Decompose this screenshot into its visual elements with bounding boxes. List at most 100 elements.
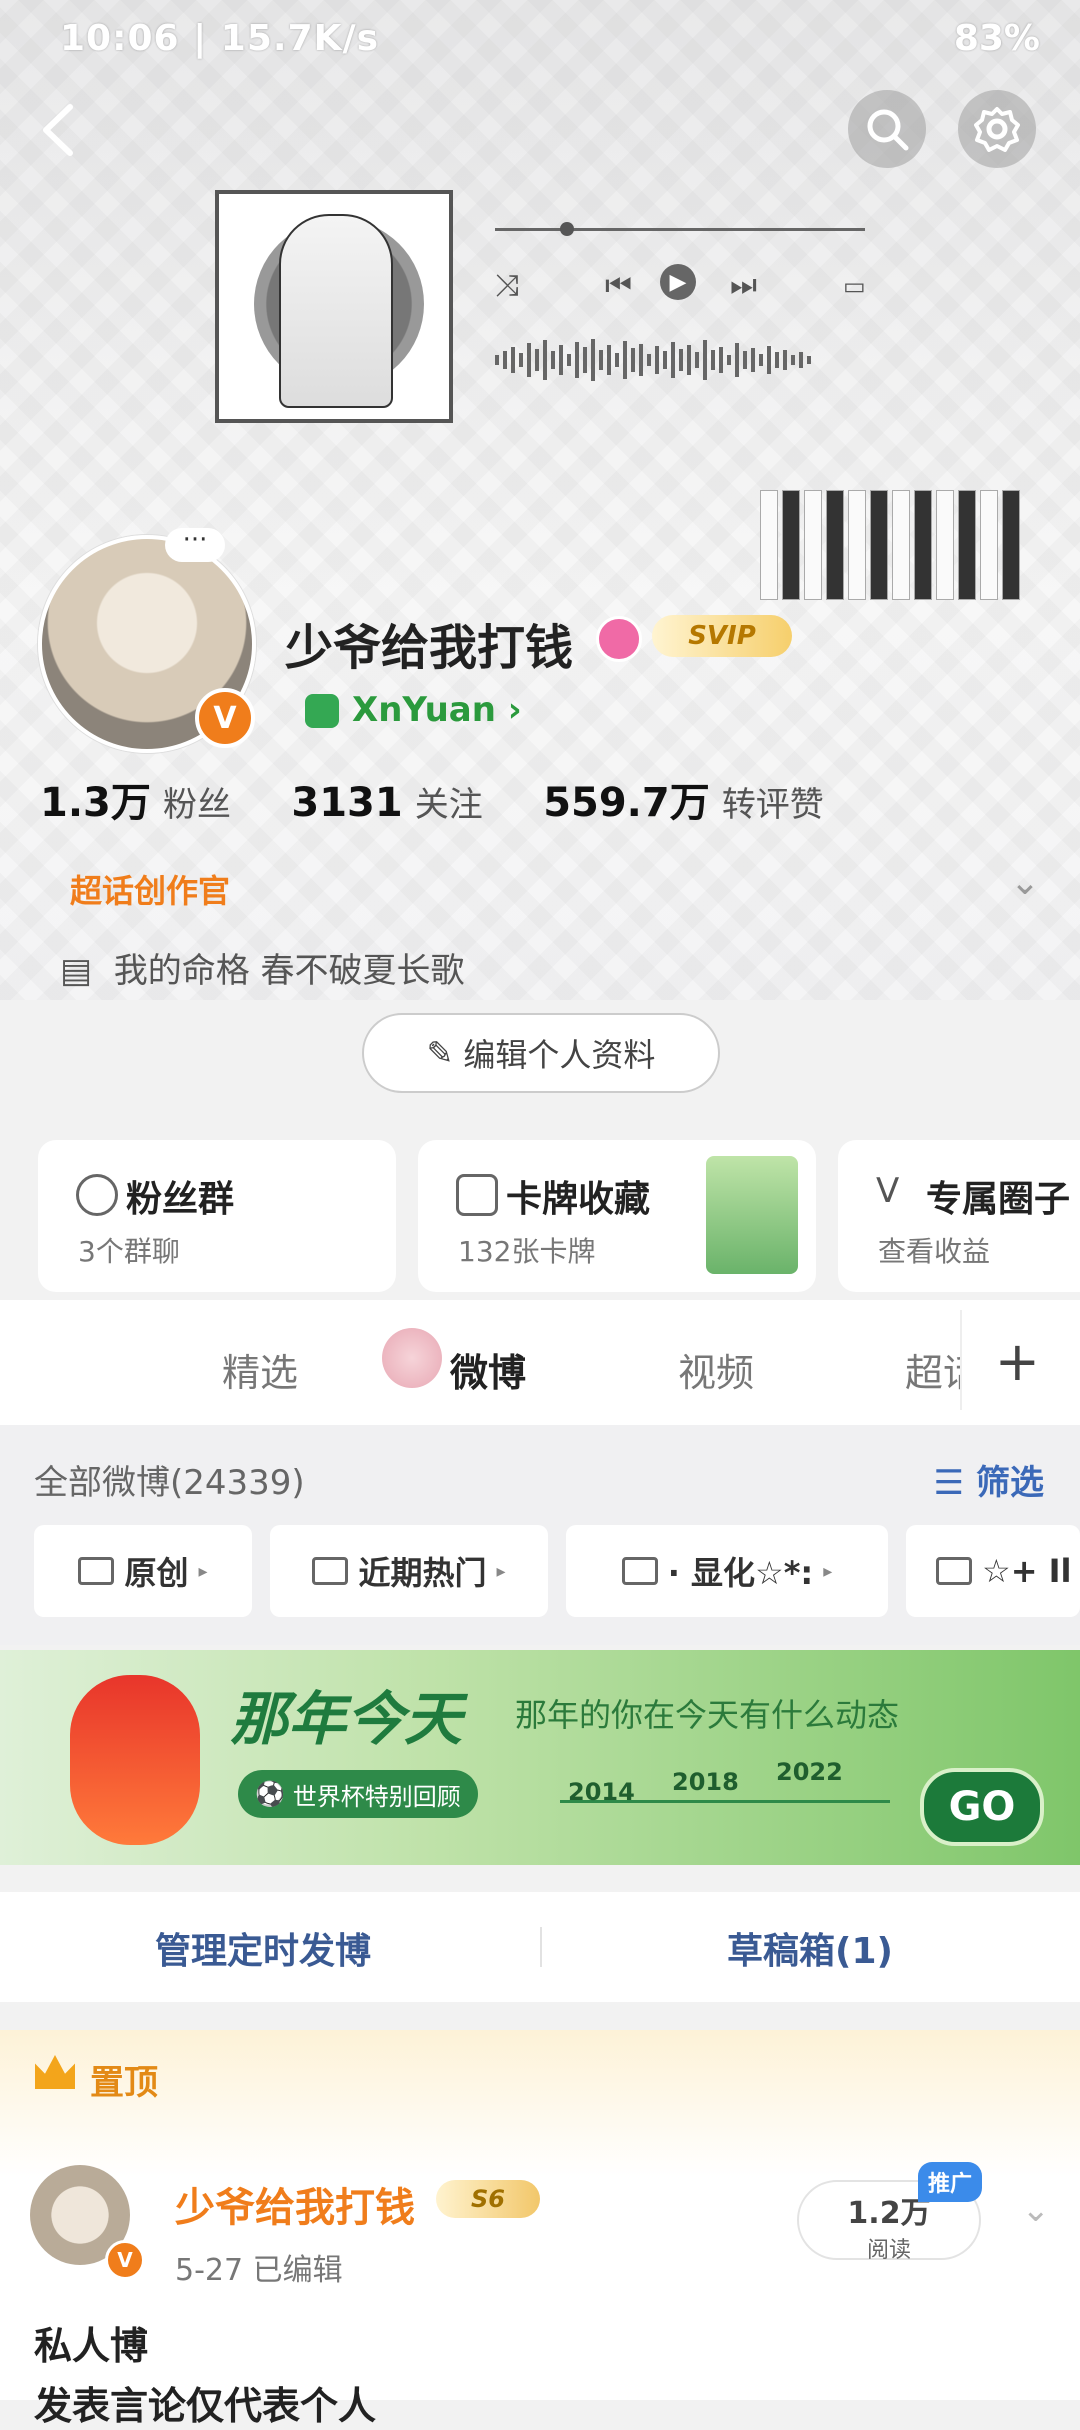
edit-profile-button[interactable]: ✎ 编辑个人资料 <box>362 1013 720 1093</box>
document-icon: ▤ <box>60 951 93 991</box>
likes-count[interactable]: 559.7万 <box>543 780 710 826</box>
chip-recent-hot[interactable]: 近期热门 ▸ <box>270 1525 548 1617</box>
exclusive-circle-card[interactable]: V 专属圈子 查看收益 <box>838 1140 1080 1292</box>
member-icon[interactable] <box>596 616 642 662</box>
shuffle-icon: ⤨ <box>495 268 519 303</box>
back-button[interactable] <box>30 95 90 165</box>
pinned-label: 置顶 <box>90 2063 158 2103</box>
filter-button[interactable]: ☰ 筛选 <box>934 1455 1044 1504</box>
year-2022: 2022 <box>776 1758 843 1786</box>
card-icon <box>456 1174 498 1216</box>
chip-original[interactable]: 原创 ▸ <box>34 1525 252 1617</box>
filter-icon: ☰ <box>933 1463 965 1503</box>
battery-percentage: 83% <box>953 18 1040 59</box>
svip-badge[interactable]: SVIP <box>652 615 792 657</box>
tab-divider <box>960 1310 962 1410</box>
chevron-down-icon[interactable]: ⌄ <box>1010 862 1040 903</box>
reads-label: 阅读 <box>866 2238 911 2263</box>
super-topic-creator-tag[interactable]: 超话创作官 <box>70 866 230 912</box>
status-time-speed: 10:06 | 15.7K/s <box>60 18 380 59</box>
banner-title: 那年今天 <box>230 1685 463 1753</box>
tab-weibo[interactable]: 微博 <box>450 1342 526 1397</box>
feed-header: 全部微博(24339) ☰ 筛选 <box>0 1425 1080 1525</box>
post-actions-bar: 管理定时发博 草稿箱(1) <box>0 1892 1080 2002</box>
banner-subtitle: 那年的你在今天有什么动态 <box>515 1696 900 1734</box>
year-2014: 2014 <box>568 1778 635 1806</box>
post-text-line1: 私人博 <box>34 2324 149 2368</box>
card-title: 专属圈子 <box>926 1179 1071 1220</box>
search-icon <box>867 109 909 151</box>
piano-keys-decoration <box>760 490 1020 600</box>
play-icon: ▶ <box>660 264 696 300</box>
following-count[interactable]: 3131 <box>291 780 402 826</box>
drafts-button[interactable]: 草稿箱(1) <box>727 1922 893 1974</box>
back-arrow-icon <box>43 104 73 156</box>
go-button[interactable]: GO <box>920 1768 1044 1846</box>
bio-text: 我的命格 春不破夏长歌 <box>113 951 465 991</box>
pill-label: 世界杯特别回顾 <box>292 1782 461 1811</box>
gear-icon <box>974 107 1020 152</box>
add-tab-button[interactable]: + <box>995 1330 1040 1393</box>
nickname-icon <box>305 694 339 728</box>
card-subtitle: 查看收益 <box>878 1235 991 1268</box>
promote-badge[interactable]: 推广 <box>918 2162 983 2202</box>
manage-scheduled-posts-button[interactable]: 管理定时发博 <box>155 1922 371 1974</box>
triangle-right-icon: ▸ <box>823 1560 833 1582</box>
layers-icon <box>312 1557 349 1585</box>
actions-divider <box>540 1927 542 1967</box>
v4-icon: V <box>876 1171 900 1211</box>
chevron-down-icon[interactable]: ⌄ <box>1022 2190 1051 2230</box>
card-title: 卡牌收藏 <box>506 1179 651 1220</box>
followers-label: 粉丝 <box>162 785 231 825</box>
worldcup-review-pill: ⚽ 世界杯特别回顾 <box>238 1770 478 1818</box>
soccer-ball-icon: ⚽ <box>255 1780 286 1808</box>
filter-label: 筛选 <box>976 1463 1044 1503</box>
layers-icon <box>78 1557 115 1585</box>
tab-video[interactable]: 视频 <box>678 1342 754 1397</box>
people-icon <box>76 1174 118 1216</box>
tab-selected[interactable]: 精选 <box>222 1342 298 1397</box>
settings-button[interactable] <box>958 90 1036 168</box>
rose-decoration-icon <box>382 1328 442 1388</box>
repeat-icon: ▭ <box>843 272 866 300</box>
card-subtitle: 3个群聊 <box>78 1235 180 1268</box>
search-button[interactable] <box>848 90 926 168</box>
audio-waveform <box>495 335 865 385</box>
card-collection-card[interactable]: 卡牌收藏 132张卡牌 <box>418 1140 816 1292</box>
status-bar: 10:06 | 15.7K/s 83% <box>0 0 1080 80</box>
fans-group-card[interactable]: 粉丝群 3个群聊 <box>38 1140 396 1292</box>
next-icon: ⏭ <box>730 268 757 303</box>
verified-badge: V <box>105 2240 145 2280</box>
post-text-line2: 发表言论仅代表个人 <box>34 2384 377 2428</box>
music-progress-bar <box>495 228 865 231</box>
verified-badge: V <box>195 688 255 748</box>
chip-label: 原创 <box>124 1554 189 1592</box>
crown-icon <box>35 2055 75 2089</box>
profile-tabs: 精选 微博 视频 超话 + <box>0 1300 1080 1425</box>
music-progress-thumb <box>560 222 574 236</box>
year-2018: 2018 <box>672 1768 739 1796</box>
triangle-right-icon: ▸ <box>496 1560 506 1582</box>
post-author-name[interactable]: 少爷给我打钱 <box>175 2175 415 2233</box>
chip-label: ☆+ Il <box>982 1552 1072 1590</box>
avatar-more-button[interactable]: ··· <box>165 527 225 562</box>
on-this-day-banner[interactable]: 那年今天 那年的你在今天有什么动态 ⚽ 世界杯特别回顾 2014 2018 20… <box>0 1650 1080 1865</box>
layers-icon <box>621 1557 658 1585</box>
previous-icon: ⏮ <box>605 268 632 303</box>
layers-icon <box>936 1557 972 1585</box>
feed-chips: 原创 ▸ 近期热门 ▸ · 显化☆*: ▸ ☆+ Il <box>0 1525 1080 1645</box>
chip-custom-1[interactable]: · 显化☆*: ▸ <box>566 1525 888 1617</box>
anime-character-illustration <box>279 214 393 408</box>
post-meta: 5-27 已编辑 <box>175 2253 343 2288</box>
profile-stats: 1.3万 粉丝 3131 关注 559.7万 转评赞 <box>40 770 824 828</box>
pinned-post: 置顶 V 少爷给我打钱 S6 5-27 已编辑 1.2万 阅读 推广 ⌄ 私人博… <box>0 2030 1080 2428</box>
chip-label: 近期热门 <box>358 1554 487 1592</box>
nickname-link[interactable]: XnYuan › <box>352 690 522 730</box>
all-weibo-count: 全部微博(24339) <box>34 1463 305 1503</box>
cover-art <box>215 190 453 423</box>
triangle-right-icon: ▸ <box>198 1560 208 1582</box>
followers-count[interactable]: 1.3万 <box>40 780 151 826</box>
likes-label: 转评赞 <box>721 785 824 825</box>
tab-super-topic[interactable]: 超话 <box>905 1342 961 1397</box>
chip-custom-2[interactable]: ☆+ Il <box>906 1525 1080 1617</box>
